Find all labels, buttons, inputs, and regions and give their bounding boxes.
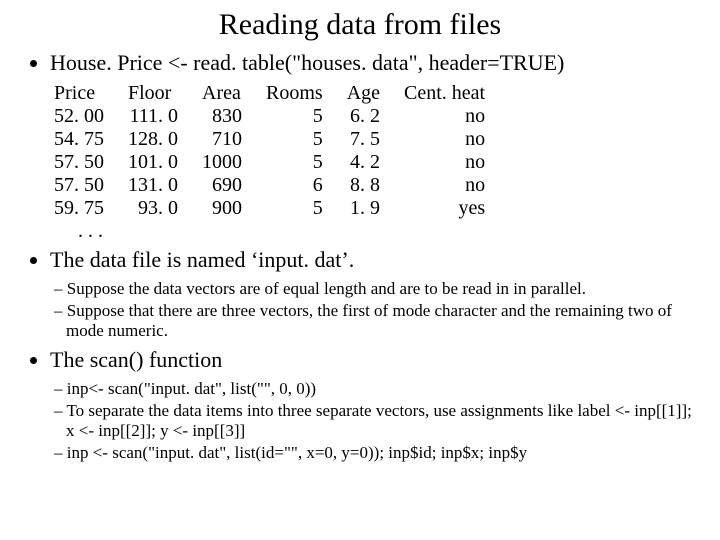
cell: 111. 0 — [116, 105, 190, 128]
table-row: 57. 50 101. 0 1000 5 4. 2 no — [42, 151, 497, 174]
cell: 830 — [190, 105, 254, 128]
cell: yes — [392, 197, 497, 220]
th-area: Area — [190, 82, 254, 105]
bullet-list: House. Price <- read. table("houses. dat… — [28, 50, 692, 76]
cell: 57. 50 — [42, 174, 116, 197]
bullet-read-table: House. Price <- read. table("houses. dat… — [50, 50, 692, 76]
cell: 1. 9 — [335, 197, 392, 220]
table-row: 52. 00 111. 0 830 5 6. 2 no — [42, 105, 497, 128]
cell: 131. 0 — [116, 174, 190, 197]
th-floor: Floor — [116, 82, 190, 105]
cell: 52. 00 — [42, 105, 116, 128]
cell: 5 — [254, 105, 335, 128]
bullet-input-dat: The data file is named ‘input. dat’. — [50, 247, 692, 273]
cell: no — [392, 174, 497, 197]
cell: 690 — [190, 174, 254, 197]
cell: 59. 75 — [42, 197, 116, 220]
cell: 93. 0 — [116, 197, 190, 220]
cell: 54. 75 — [42, 128, 116, 151]
slide: Reading data from files House. Price <- … — [0, 0, 720, 463]
table-row: 57. 50 131. 0 690 6 8. 8 no — [42, 174, 497, 197]
table-row: 54. 75 128. 0 710 5 7. 5 no — [42, 128, 497, 151]
cell: 5 — [254, 151, 335, 174]
cell: no — [392, 151, 497, 174]
cell: 900 — [190, 197, 254, 220]
cell: no — [392, 128, 497, 151]
data-table: Price Floor Area Rooms Age Cent. heat 52… — [42, 82, 497, 220]
cell: 128. 0 — [116, 128, 190, 151]
cell: 7. 5 — [335, 128, 392, 151]
table-ellipsis: . . . — [42, 220, 692, 243]
cell: 101. 0 — [116, 151, 190, 174]
th-rooms: Rooms — [254, 82, 335, 105]
sub-item: Suppose that there are three vectors, th… — [54, 301, 692, 341]
cell: 710 — [190, 128, 254, 151]
page-title: Reading data from files — [28, 8, 692, 42]
sub-item: Suppose the data vectors are of equal le… — [54, 279, 692, 299]
cell: 6. 2 — [335, 105, 392, 128]
sub-list: Suppose the data vectors are of equal le… — [28, 279, 692, 341]
cell: no — [392, 105, 497, 128]
sub-item: inp<- scan("input. dat", list("", 0, 0)) — [54, 379, 692, 399]
cell: 1000 — [190, 151, 254, 174]
table-header-row: Price Floor Area Rooms Age Cent. heat — [42, 82, 497, 105]
cell: 4. 2 — [335, 151, 392, 174]
cell: 5 — [254, 128, 335, 151]
table-row: 59. 75 93. 0 900 5 1. 9 yes — [42, 197, 497, 220]
cell: 8. 8 — [335, 174, 392, 197]
th-cent: Cent. heat — [392, 82, 497, 105]
th-price: Price — [42, 82, 116, 105]
sub-item: To separate the data items into three se… — [54, 401, 692, 441]
sub-list: inp<- scan("input. dat", list("", 0, 0))… — [28, 379, 692, 463]
th-age: Age — [335, 82, 392, 105]
cell: 57. 50 — [42, 151, 116, 174]
sub-item: inp <- scan("input. dat", list(id="", x=… — [54, 443, 692, 463]
bullet-list: The scan() function — [28, 347, 692, 373]
bullet-list: The data file is named ‘input. dat’. — [28, 247, 692, 273]
cell: 5 — [254, 197, 335, 220]
data-table-wrap: Price Floor Area Rooms Age Cent. heat 52… — [28, 82, 692, 243]
cell: 6 — [254, 174, 335, 197]
bullet-scan: The scan() function — [50, 347, 692, 373]
